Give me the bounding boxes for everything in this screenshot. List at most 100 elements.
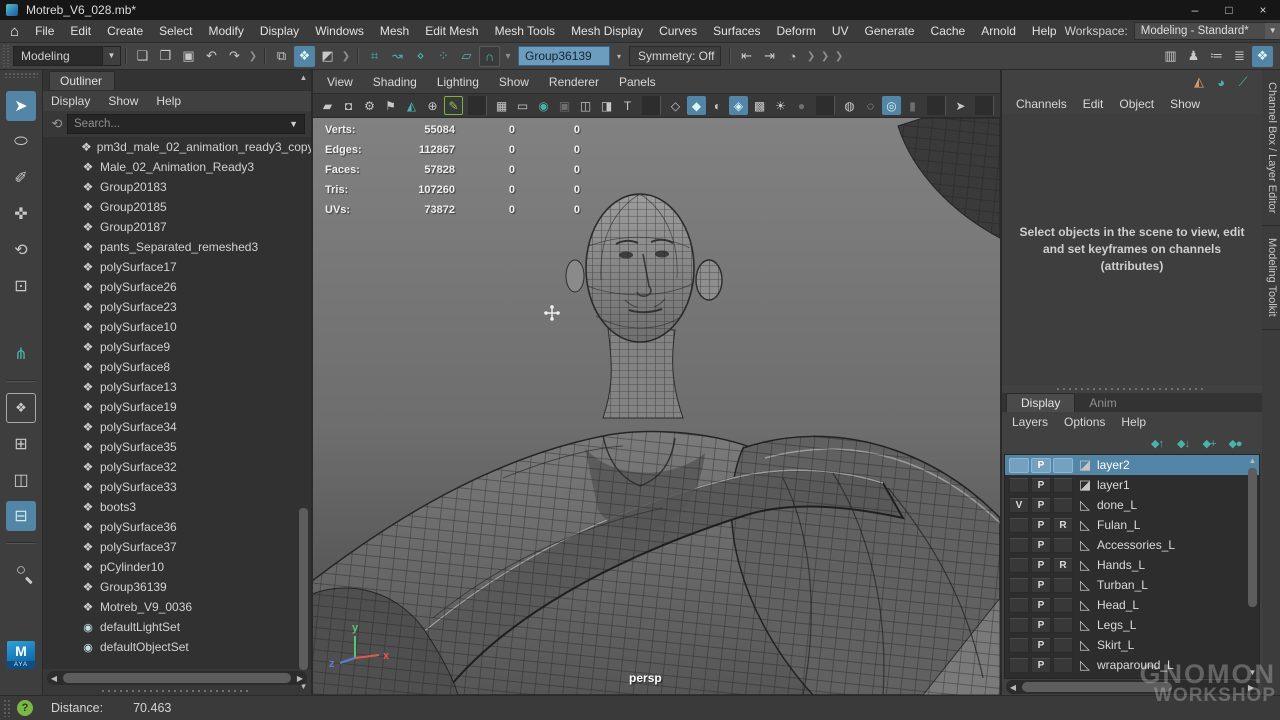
safe-action-icon[interactable]: ◨ [597,96,616,115]
image-plane-icon[interactable]: ◭ [402,96,421,115]
layer-color-swatch[interactable]: ◺ [1077,657,1093,673]
selection-highlighting-icon[interactable]: ➤ [951,96,970,115]
side-tab-modeling-toolkit[interactable]: Modeling Toolkit [1262,226,1280,330]
snap-projected-center-icon[interactable]: ⁘ [433,46,454,67]
expand-chevron-icon[interactable]: ❯ [340,46,352,67]
panel-menu-panels[interactable]: Panels [619,75,656,89]
gate-mask-icon[interactable]: ▣ [555,96,574,115]
outliner-item[interactable]: ❖ polySurface13 [43,377,311,397]
layer-row[interactable]: P R ◺ Hands_L [1005,555,1259,575]
construction-history-icon[interactable]: ◔ [782,46,803,67]
menu-select[interactable]: Select [151,24,200,38]
menu-set-select[interactable]: Modeling ▼ [13,46,121,66]
safe-title-icon[interactable]: T [618,96,637,115]
layer-row[interactable]: P ◺ Legs_L [1005,615,1259,635]
expand-chevron-icon[interactable]: ❯ [805,46,817,67]
speed-state-icon[interactable]: ◕ [1211,72,1231,92]
chevron-down-icon[interactable]: ▾ [617,52,621,61]
menu-modify[interactable]: Modify [200,24,251,38]
outliner-item[interactable]: ❖ Motreb_V9_0036 [43,597,311,617]
outliner-vertical-scrollbar[interactable]: ▲ ▼ [297,70,310,695]
layer-display-type-toggle[interactable] [1053,578,1073,593]
outliner-list[interactable]: ❖ pm3d_male_02_animation_ready3_copy1 ❖ … [43,137,311,669]
textured-icon[interactable]: ◐ [708,96,727,115]
snap-options-arrow-icon[interactable]: ▾ [502,46,514,67]
scroll-left-icon[interactable]: ◀ [1006,683,1020,692]
outliner-item[interactable]: ❖ Group20185 [43,197,311,217]
outliner-item[interactable]: ❖ Male_02_Animation_Ready3 [43,157,311,177]
menu-mesh[interactable]: Mesh [372,24,417,38]
menu-edit[interactable]: Edit [62,24,99,38]
layer-color-swatch[interactable]: ◺ [1077,637,1093,653]
outliner-item[interactable]: ❖ polySurface17 [43,257,311,277]
panel-resize-handle[interactable] [43,687,311,695]
layer-row[interactable]: V P ◺ done_L [1005,495,1259,515]
layer-tab-display[interactable]: Display [1006,393,1075,412]
layer-playback-toggle[interactable]: P [1031,618,1051,633]
lasso-select-tool[interactable]: ⬭ [6,127,36,157]
scroll-left-icon[interactable]: ◀ [47,674,61,683]
layer-vertical-scrollbar[interactable]: ▲ ▼ [1246,455,1259,679]
modeling-toolkit-person-icon[interactable]: ♟ [1183,46,1204,67]
layer-row[interactable]: P ◺ wraparound_L [1005,655,1259,675]
move-layer-down-icon[interactable]: ◆↓ [1171,433,1195,454]
layer-display-type-toggle[interactable] [1053,538,1073,553]
layer-display-type-toggle[interactable] [1053,658,1073,673]
layer-color-swatch[interactable]: ◺ [1077,577,1093,593]
statusbar-grip[interactable] [3,699,11,717]
scrollbar-thumb[interactable] [63,673,291,683]
panel-menu-view[interactable]: View [327,75,353,89]
layer-tab-anim[interactable]: Anim [1075,394,1130,412]
maximize-button[interactable]: □ [1212,3,1246,17]
menu-generate[interactable]: Generate [856,24,922,38]
shadows-icon[interactable]: ● [792,96,811,115]
move-tool[interactable]: ✜ [6,199,36,229]
outliner-horizontal-scrollbar[interactable]: ◀ ▶ [47,671,307,685]
outliner-item[interactable]: ❖ polySurface19 [43,397,311,417]
film-gate-icon[interactable]: ▭ [513,96,532,115]
backface-culling-icon[interactable]: ▮ [903,96,922,115]
layer-display-type-toggle[interactable] [1053,638,1073,653]
layer-row[interactable]: P R ◺ Fulan_L [1005,515,1259,535]
layer-color-swatch[interactable]: ◺ [1077,557,1093,573]
menu-mesh-display[interactable]: Mesh Display [563,24,651,38]
scroll-right-icon[interactable]: ▶ [1244,683,1258,692]
layer-display-type-toggle[interactable]: R [1053,518,1073,533]
move-layer-up-icon[interactable]: ◆↑ [1145,433,1169,454]
outliner-item[interactable]: ❖ polySurface36 [43,517,311,537]
scrollbar-thumb[interactable] [299,508,308,671]
menu-edit-mesh[interactable]: Edit Mesh [417,24,486,38]
minimize-button[interactable]: – [1178,3,1212,17]
select-component-icon[interactable]: ◩ [317,46,338,67]
snap-point-icon[interactable]: ⋄ [410,46,431,67]
layer-playback-toggle[interactable]: P [1031,558,1051,573]
outliner-menu-show[interactable]: Show [108,94,138,108]
layers-menu-layers[interactable]: Layers [1012,415,1048,429]
layers-menu-help[interactable]: Help [1121,415,1146,429]
layer-playback-toggle[interactable]: P [1031,538,1051,553]
select-object-icon[interactable]: ❖ [294,46,315,67]
zoom-tool[interactable]: ○ [6,555,36,585]
layer-visibility-toggle[interactable] [1009,558,1029,573]
expand-chevron-icon[interactable]: ❯ [247,46,259,67]
search-input[interactable] [68,118,283,130]
layer-visibility-toggle[interactable] [1009,678,1029,680]
layer-playback-toggle[interactable]: P [1031,458,1051,473]
layer-row[interactable]: P ◺ Turban_L [1005,575,1259,595]
menu-create[interactable]: Create [99,24,151,38]
outliner-item[interactable]: ❖ polySurface23 [43,297,311,317]
tool-settings-icon[interactable]: ≔ [1206,46,1227,67]
workspace-select[interactable]: Modeling - Standard* ▼ [1134,22,1280,40]
resolution-gate-icon[interactable]: ◉ [534,96,553,115]
outliner-menu-help[interactable]: Help [156,94,181,108]
outliner-tab[interactable]: Outliner [49,71,115,90]
layer-playback-toggle[interactable]: P [1031,518,1051,533]
outliner-item[interactable]: ❖ polySurface26 [43,277,311,297]
layer-playback-toggle[interactable]: P [1031,678,1051,680]
menu-deform[interactable]: Deform [768,24,823,38]
select-tool[interactable]: ➤ [6,91,36,121]
menu-file[interactable]: File [27,24,62,38]
layer-display-type-toggle[interactable] [1053,498,1073,513]
wireframe-on-shaded-icon[interactable]: ◈ [729,96,748,115]
new-scene-icon[interactable]: ❑ [132,46,153,67]
